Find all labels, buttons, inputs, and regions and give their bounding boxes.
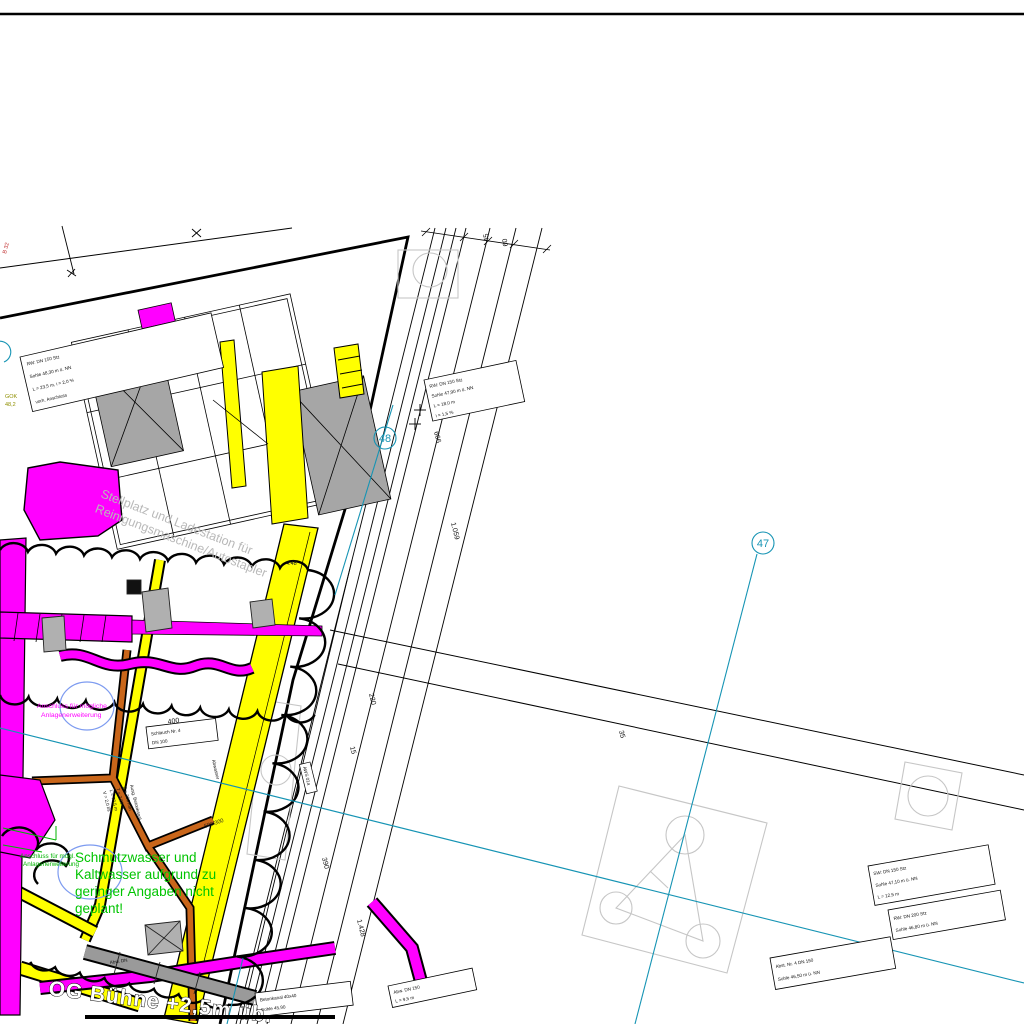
note-line: Anschluss für mögliche (37, 703, 107, 710)
survey-marks (62, 226, 201, 277)
olive-label-1: GOK (5, 394, 18, 400)
annotation-box-aws: AWS 01a (299, 762, 317, 794)
annotation-box-bottom-center-2: Abw. DN 150 L = 9,5 m (388, 968, 477, 1007)
note-line: Anlagenerweiterung (41, 712, 102, 719)
red-parcel-label: B 32 (2, 242, 11, 254)
dim-666: 666 (432, 431, 442, 444)
dim-60: 60 (502, 238, 510, 247)
olive-label-2: 48,2 (5, 402, 16, 408)
note-line: Anschluss für mögl. (20, 853, 75, 860)
dim-1059: 1.059 (449, 522, 460, 541)
green-small-note: Anschluss für mögl. Anlagenerweiterung (20, 853, 80, 868)
cad-canvas: 47 48 RW: DN 150 Stz Sohle 48,30 m ü. NN… (0, 0, 1024, 1024)
annotation-box-400: Schlauch Nr. 4 DN 100 (146, 718, 218, 748)
dim-45: 45 (483, 233, 491, 242)
axis-bubble-48-label: 48 (379, 433, 391, 445)
dim-1428: 1.428 (355, 919, 366, 938)
long-diagonals (330, 630, 1024, 810)
annotation-box-band: RW: DN 150 Stz Sohle 47,90 m ü. NN L = 1… (424, 360, 525, 421)
dim-220: 220 (367, 693, 377, 706)
magenta-small-note: Anschluss für mögliche Anlagenerweiterun… (37, 703, 107, 719)
note-line: Anlagenerweiterung (23, 861, 80, 868)
note-line: geplant! (75, 901, 123, 916)
axis-47 (635, 532, 774, 1024)
note-line: Schmutzwasser und (75, 850, 197, 865)
equipment-square-circle-right (895, 762, 962, 830)
duct-mark-label: 4.48 (286, 561, 297, 567)
abwasser-label: Abwasser (211, 759, 221, 780)
cad-plan-viewport: 47 48 RW: DN 150 Stz Sohle 48,30 m ü. NN… (0, 0, 1024, 1024)
dim-35: 35 (617, 730, 626, 739)
dim-390: 390 (320, 857, 330, 870)
annotation-box-bottom-right: Abst. Nr. 4 DN 150 Sohle 46,50 m ü. NN (770, 937, 896, 990)
axis-bubble-47-label: 47 (757, 538, 769, 550)
dim-15: 15 (348, 746, 357, 755)
note-line: Kaltwasser aufgrund zu (75, 867, 216, 882)
note-line: geringer Angaben nicht (75, 884, 214, 899)
plus-markers (409, 404, 426, 430)
axis-bubble-partial (0, 341, 11, 362)
